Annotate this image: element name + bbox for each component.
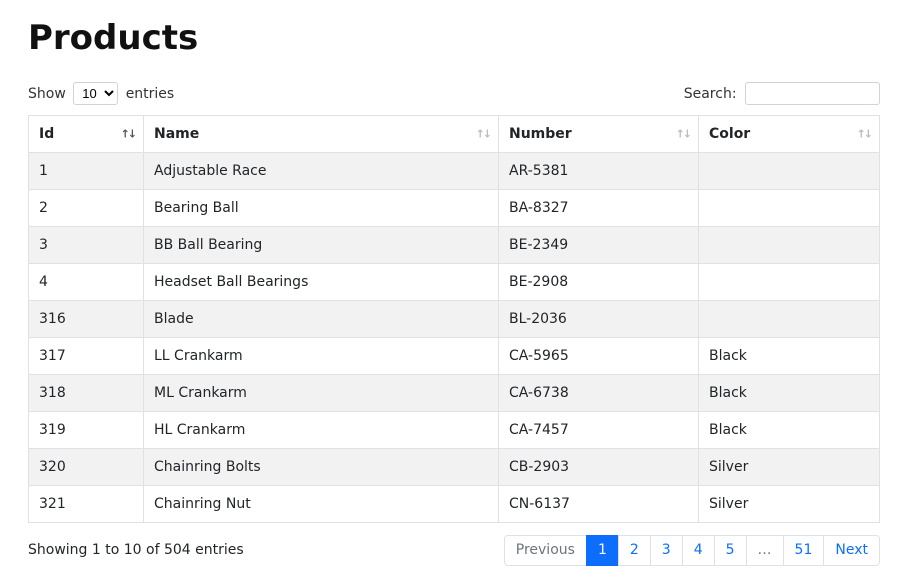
cell-number: CA-6738	[499, 375, 699, 412]
cell-color: Silver	[699, 449, 880, 486]
cell-name: Adjustable Race	[144, 153, 499, 190]
cell-name: Chainring Nut	[144, 486, 499, 523]
table-row: 1Adjustable RaceAR-5381	[29, 153, 880, 190]
cell-color	[699, 190, 880, 227]
cell-name: HL Crankarm	[144, 412, 499, 449]
cell-color	[699, 264, 880, 301]
page-4[interactable]: 4	[682, 535, 715, 566]
col-header-name[interactable]: Name ↑↓	[144, 116, 499, 153]
cell-color	[699, 153, 880, 190]
page-previous[interactable]: Previous	[504, 535, 587, 566]
cell-name: LL Crankarm	[144, 338, 499, 375]
cell-id: 1	[29, 153, 144, 190]
cell-id: 319	[29, 412, 144, 449]
search-label: Search:	[684, 86, 737, 102]
table-row: 3BB Ball BearingBE-2349	[29, 227, 880, 264]
cell-number: BE-2908	[499, 264, 699, 301]
table-row: 2Bearing BallBA-8327	[29, 190, 880, 227]
page-length-control: Show 10 entries	[28, 82, 174, 105]
search-input[interactable]	[745, 82, 880, 105]
pagination: Previous12345…51Next	[504, 535, 880, 566]
cell-id: 4	[29, 264, 144, 301]
search-control: Search:	[684, 82, 880, 105]
col-header-number[interactable]: Number ↑↓	[499, 116, 699, 153]
page-length-select[interactable]: 10	[73, 82, 118, 105]
page-51[interactable]: 51	[783, 535, 825, 566]
cell-color: Black	[699, 412, 880, 449]
cell-id: 317	[29, 338, 144, 375]
cell-color: Black	[699, 338, 880, 375]
col-header-color[interactable]: Color ↑↓	[699, 116, 880, 153]
cell-number: CA-7457	[499, 412, 699, 449]
page-ellipsis: …	[746, 535, 784, 566]
sort-icon: ↑↓	[676, 128, 690, 141]
show-label-pre: Show	[28, 86, 66, 102]
col-header-id[interactable]: Id ↑↓	[29, 116, 144, 153]
page-5[interactable]: 5	[714, 535, 747, 566]
cell-id: 316	[29, 301, 144, 338]
cell-id: 2	[29, 190, 144, 227]
table-row: 317LL CrankarmCA-5965Black	[29, 338, 880, 375]
cell-color	[699, 301, 880, 338]
page-3[interactable]: 3	[650, 535, 683, 566]
cell-id: 321	[29, 486, 144, 523]
cell-color	[699, 227, 880, 264]
cell-name: Chainring Bolts	[144, 449, 499, 486]
sort-icon: ↑↓	[476, 128, 490, 141]
cell-name: ML Crankarm	[144, 375, 499, 412]
cell-number: BE-2349	[499, 227, 699, 264]
page-next[interactable]: Next	[823, 535, 880, 566]
cell-name: BB Ball Bearing	[144, 227, 499, 264]
sort-icon: ↑↓	[121, 128, 135, 141]
cell-number: BL-2036	[499, 301, 699, 338]
cell-name: Blade	[144, 301, 499, 338]
cell-number: BA-8327	[499, 190, 699, 227]
cell-number: CA-5965	[499, 338, 699, 375]
sort-icon: ↑↓	[857, 128, 871, 141]
cell-id: 3	[29, 227, 144, 264]
cell-id: 320	[29, 449, 144, 486]
cell-number: AR-5381	[499, 153, 699, 190]
cell-name: Headset Ball Bearings	[144, 264, 499, 301]
page-1[interactable]: 1	[586, 535, 619, 566]
cell-number: CN-6137	[499, 486, 699, 523]
table-info: Showing 1 to 10 of 504 entries	[28, 542, 244, 558]
table-row: 321Chainring NutCN-6137Silver	[29, 486, 880, 523]
show-label-post: entries	[126, 86, 175, 102]
page-title: Products	[28, 18, 880, 58]
table-row: 316BladeBL-2036	[29, 301, 880, 338]
products-table: Id ↑↓ Name ↑↓ Number ↑↓ Color ↑↓ 1Adjust…	[28, 115, 880, 523]
cell-id: 318	[29, 375, 144, 412]
cell-number: CB-2903	[499, 449, 699, 486]
table-row: 4Headset Ball BearingsBE-2908	[29, 264, 880, 301]
cell-color: Black	[699, 375, 880, 412]
cell-name: Bearing Ball	[144, 190, 499, 227]
cell-color: Silver	[699, 486, 880, 523]
table-row: 320Chainring BoltsCB-2903Silver	[29, 449, 880, 486]
table-row: 319HL CrankarmCA-7457Black	[29, 412, 880, 449]
page-2[interactable]: 2	[618, 535, 651, 566]
table-row: 318ML CrankarmCA-6738Black	[29, 375, 880, 412]
